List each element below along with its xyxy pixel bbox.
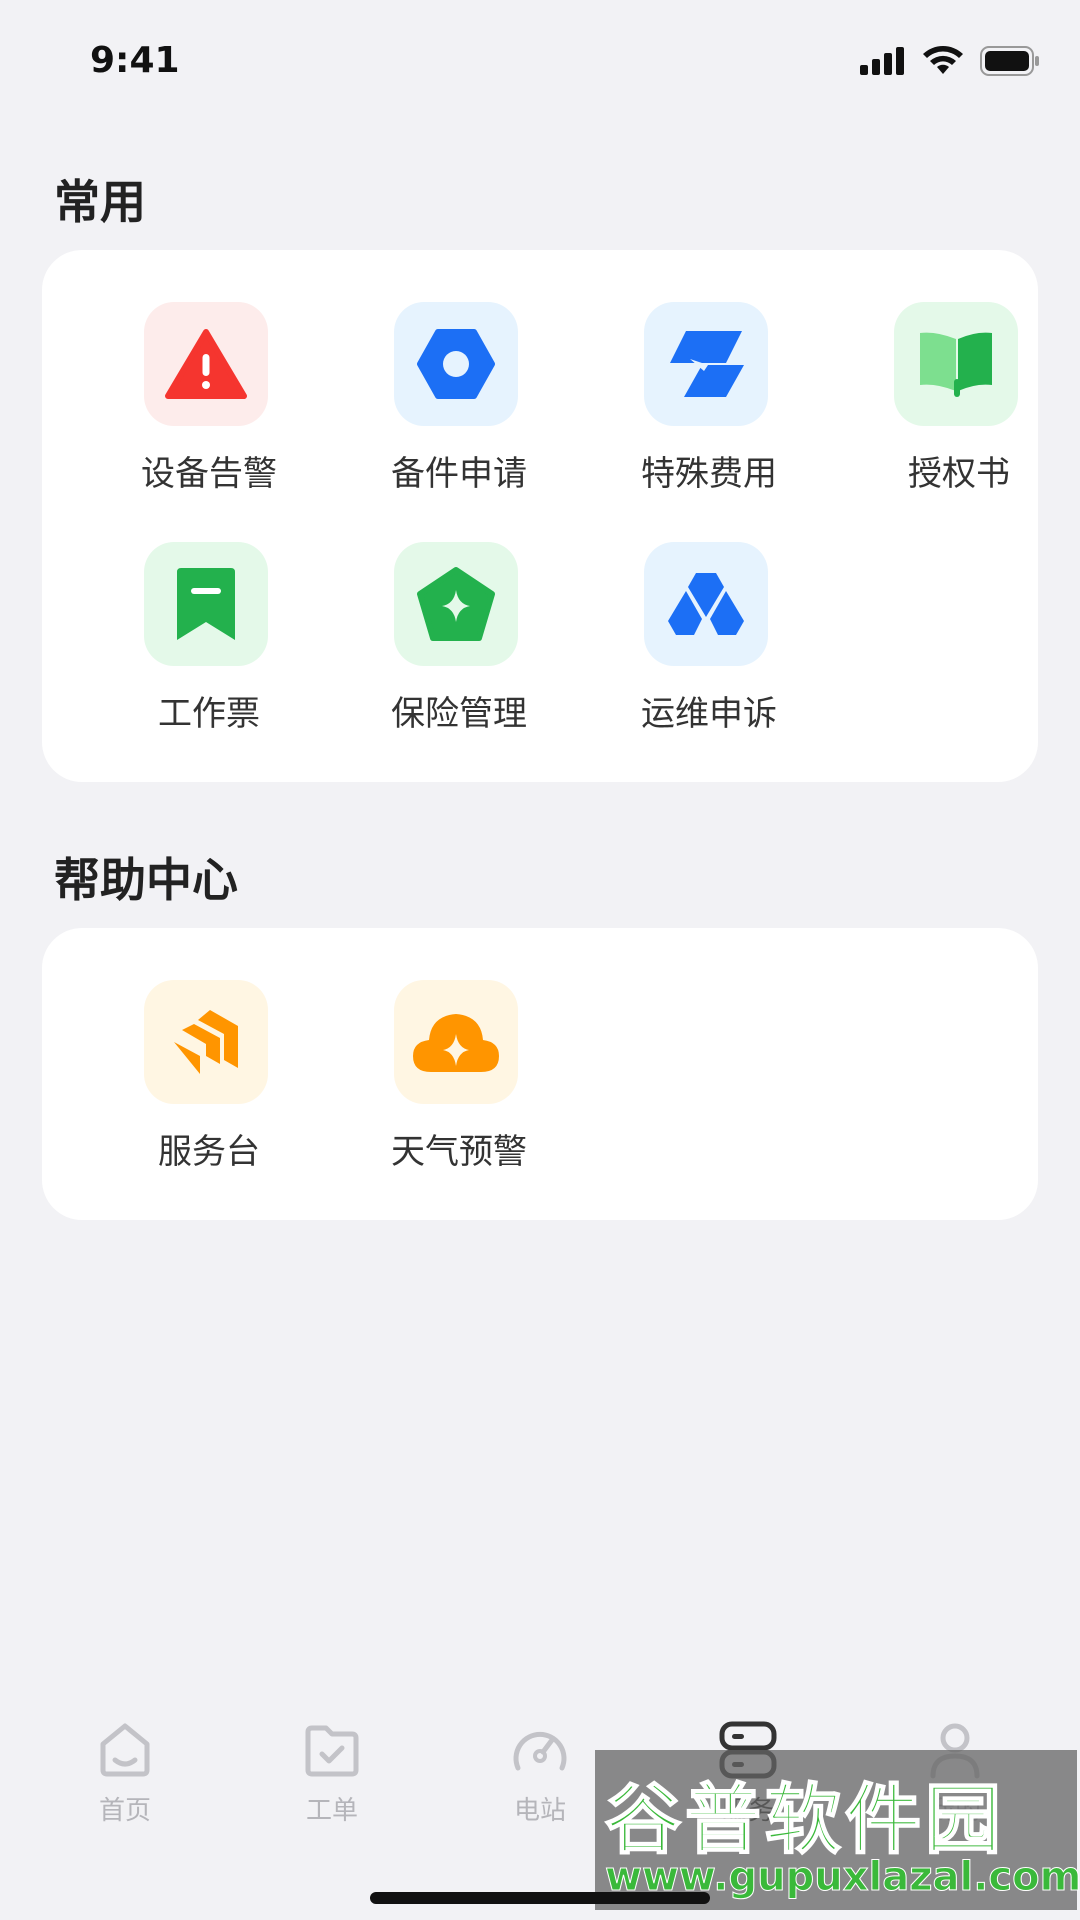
grid-item-work-ticket[interactable]: 工作票 — [84, 542, 334, 752]
help-card: 服务台 天气预警 — [42, 928, 1038, 1220]
om-appeal-label: 运维申诉 — [641, 694, 777, 734]
status-time: 9:41 — [90, 40, 180, 81]
insurance-tile — [394, 542, 518, 666]
grid-item-insurance[interactable]: 保险管理 — [334, 542, 584, 752]
watermark-title: 谷普软件园 — [604, 1774, 1005, 1865]
insurance-label: 保险管理 — [391, 694, 527, 734]
watermark: 谷普软件园 www.gupuxlazal.com — [595, 1750, 1080, 1910]
bookmark-icon — [177, 568, 235, 640]
spare-parts-tile — [394, 302, 518, 426]
common-card: 设备告警 备件申请 特殊费用 授权书 工作票 保险管理 运维申诉 — [42, 250, 1038, 782]
tab-home-label: 首页 — [98, 1796, 151, 1826]
weather-warning-label: 天气预警 — [391, 1132, 527, 1172]
tab-home[interactable]: 首页 — [45, 1720, 205, 1840]
zigzag-icon — [670, 331, 744, 397]
authorization-tile — [894, 302, 1018, 426]
grid-item-weather-warning[interactable]: 天气预警 — [334, 980, 584, 1190]
shield-star-icon — [417, 567, 495, 641]
tab-workorder[interactable]: 工单 — [252, 1720, 412, 1840]
services-page: 9:41 常用 设备告警 备件申请 特殊费用 授权书 工作票 保险管理 运维申诉… — [0, 0, 1080, 1920]
grid-item-om-appeal[interactable]: 运维申诉 — [584, 542, 834, 752]
signal-icon — [860, 47, 904, 75]
spare-parts-label: 备件申请 — [391, 454, 527, 494]
warning-triangle-icon — [165, 329, 247, 399]
grid-item-device-alarm[interactable]: 设备告警 — [84, 302, 334, 512]
authorization-label: 授权书 — [908, 454, 1010, 494]
service-desk-label: 服务台 — [158, 1132, 260, 1172]
wifi-icon — [923, 46, 963, 74]
status-icons — [860, 44, 1040, 78]
special-expenses-tile — [644, 302, 768, 426]
gauge-icon — [513, 1731, 567, 1771]
weather-warning-tile — [394, 980, 518, 1104]
folder-check-icon — [305, 1725, 359, 1777]
grid-item-spare-parts[interactable]: 备件申请 — [334, 302, 584, 512]
work-ticket-label: 工作票 — [158, 694, 260, 734]
grid-item-service-desk[interactable]: 服务台 — [84, 980, 334, 1190]
battery-icon — [980, 46, 1039, 76]
service-desk-tile — [144, 980, 268, 1104]
grid-item-special-expenses[interactable]: 特殊费用 — [584, 302, 834, 512]
om-appeal-tile — [644, 542, 768, 666]
service-desk-icon — [174, 1010, 238, 1074]
tab-workorder-label: 工单 — [305, 1796, 358, 1826]
hex-nut-icon — [417, 329, 495, 399]
home-icon — [100, 1723, 150, 1777]
book-icon — [920, 332, 992, 397]
triangle-cube-icon — [668, 573, 744, 635]
status-bar: 9:41 — [0, 0, 1080, 120]
home-indicator — [370, 1892, 710, 1904]
grid-item-authorization[interactable]: 授权书 — [834, 302, 1080, 512]
section-title-help: 帮助中心 — [54, 853, 238, 907]
device-alarm-label: 设备告警 — [141, 454, 277, 494]
special-expenses-label: 特殊费用 — [641, 454, 777, 494]
cloud-star-icon — [413, 1014, 499, 1072]
device-alarm-tile — [144, 302, 268, 426]
work-ticket-tile — [144, 542, 268, 666]
section-title-common: 常用 — [54, 175, 146, 229]
